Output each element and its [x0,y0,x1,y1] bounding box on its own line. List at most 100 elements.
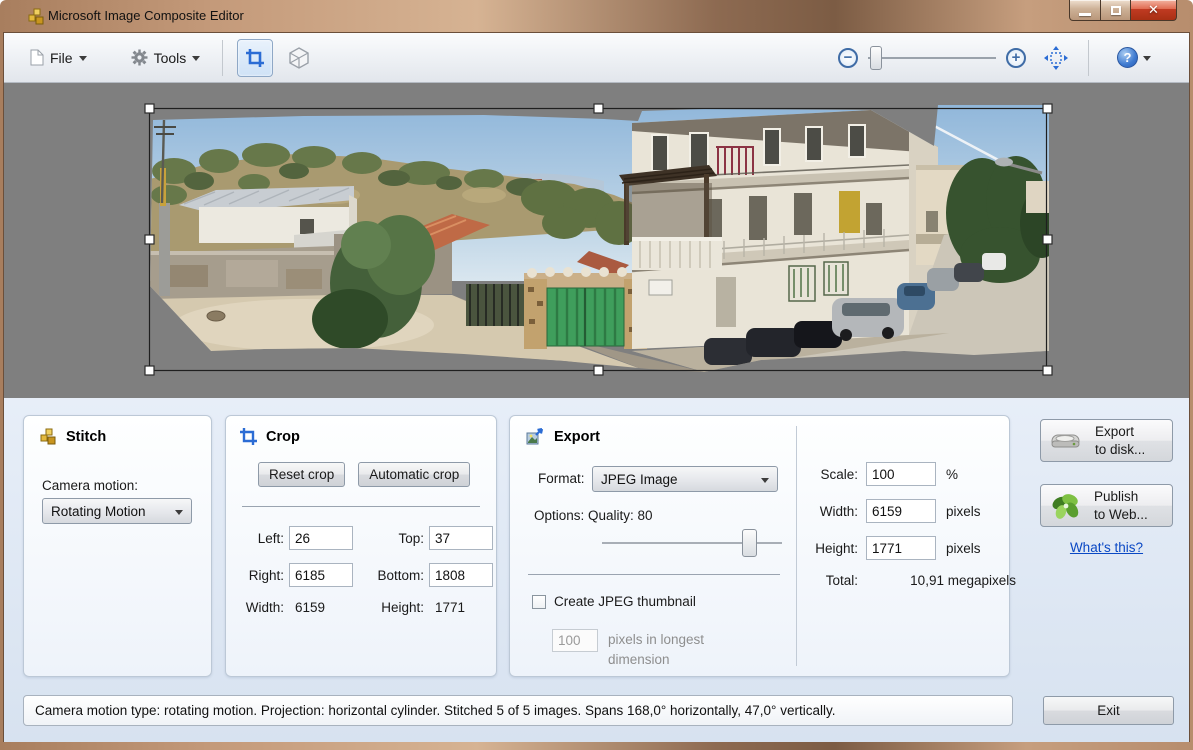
zoom-out-button[interactable]: − [838,48,858,68]
crop-top-label: Top: [360,531,424,546]
reset-crop-button[interactable]: Reset crop [258,462,345,487]
crop-left-input[interactable] [289,526,353,550]
toolbar-separator [1088,40,1089,76]
crop-handle[interactable] [1043,366,1052,375]
tools-menu[interactable]: Tools [123,43,209,72]
crop-handle[interactable] [145,366,154,375]
fit-to-window-button[interactable] [1038,39,1074,77]
stitch-icon [40,428,57,445]
export-width-unit: pixels [946,504,1016,519]
stitch-panel-title: Stitch [66,429,106,445]
fit-arrows-icon [1044,46,1068,70]
minimize-button[interactable] [1069,0,1101,21]
help-menu[interactable]: ? [1117,47,1151,68]
export-to-disk-button[interactable]: Export to disk... [1040,419,1173,462]
crop-icon [245,48,265,68]
publish-to-web-label: Publish to Web... [1094,488,1148,523]
crop-handle[interactable] [1043,104,1052,113]
automatic-crop-button[interactable]: Automatic crop [358,462,470,487]
export-to-disk-label: Export to disk... [1095,423,1145,458]
total-value: 10,91 megapixels [866,573,1016,588]
window-title: Microsoft Image Composite Editor [48,8,244,23]
exit-button[interactable]: Exit [1043,696,1174,725]
scale-unit: % [946,467,1016,482]
toolbar-separator [222,40,223,76]
close-icon: ✕ [1148,2,1159,18]
scale-label: Scale: [806,467,858,482]
chevron-down-icon [175,510,183,515]
crop-left-label: Left: [236,531,284,546]
panorama-canvas[interactable] [4,83,1189,398]
crop-width-value: 6159 [289,600,355,615]
close-button[interactable]: ✕ [1131,0,1177,21]
export-width-input[interactable] [866,499,936,523]
chevron-down-icon [79,56,87,61]
zoom-slider-track [868,57,996,59]
crop-tool-button[interactable] [237,39,273,77]
export-height-input[interactable] [866,536,936,560]
leaf-icon [1050,491,1082,521]
tools-menu-label: Tools [154,50,187,66]
publish-to-web-button[interactable]: Publish to Web... [1040,484,1173,527]
zoom-slider-thumb[interactable] [870,46,882,70]
panorama-image [4,83,1190,398]
crop-handle[interactable] [145,235,154,244]
crop-height-label: Height: [360,600,424,615]
crop-handle[interactable] [594,104,603,113]
crop-width-label: Width: [236,600,284,615]
status-text: Camera motion type: rotating motion. Pro… [35,703,835,718]
quality-slider-thumb[interactable] [742,529,757,557]
scale-input[interactable] [866,462,936,486]
format-select[interactable]: JPEG Image [592,466,778,492]
thumbnail-size-input[interactable] [552,629,598,652]
crop-right-label: Right: [236,568,284,583]
gear-icon [131,49,148,66]
chevron-down-icon [192,56,200,61]
camera-motion-value: Rotating Motion [51,504,146,519]
stitch-panel: Stitch Camera motion: Rotating Motion [23,415,212,677]
projection-tool-button[interactable] [281,39,317,77]
create-thumbnail-checkbox[interactable] [532,595,546,609]
crop-separator [242,506,480,507]
quality-options-label: Options: Quality: 80 [534,508,653,523]
export-panel-title: Export [554,429,600,445]
help-icon: ? [1117,47,1138,68]
crop-handle[interactable] [1043,235,1052,244]
crop-handle[interactable] [145,104,154,113]
minimize-icon [1079,13,1091,16]
file-menu[interactable]: File [22,43,95,72]
crop-right-input[interactable] [289,563,353,587]
maximize-button[interactable] [1101,0,1131,21]
status-bar: Camera motion type: rotating motion. Pro… [23,695,1013,726]
format-value: JPEG Image [601,472,678,487]
chevron-down-icon [1143,56,1151,61]
quality-slider[interactable] [602,528,782,558]
camera-motion-label: Camera motion: [42,478,138,493]
zoom-slider[interactable] [868,45,996,71]
app-window: Microsoft Image Composite Editor ✕ File [0,0,1193,750]
create-thumbnail-label: Create JPEG thumbnail [554,594,696,609]
camera-motion-select[interactable]: Rotating Motion [42,498,192,524]
thumbnail-size-label: pixels in longest dimension [608,630,738,669]
total-label: Total: [806,573,858,588]
export-panel: Export Format: JPEG Image Options: Quali… [509,415,1010,677]
maximize-icon [1111,6,1121,15]
whats-this-link[interactable]: What's this? [1040,540,1173,555]
crop-bottom-label: Bottom: [360,568,424,583]
crop-handle[interactable] [594,366,603,375]
chevron-down-icon [761,478,769,483]
crop-icon [240,428,257,445]
export-separator [528,574,780,575]
window-content: File Tools [3,32,1190,742]
export-height-label: Height: [806,541,858,556]
crop-top-input[interactable] [429,526,493,550]
crop-bottom-input[interactable] [429,563,493,587]
format-label: Format: [538,471,585,486]
titlebar: Microsoft Image Composite Editor ✕ [0,0,1193,32]
disk-icon [1049,429,1083,453]
export-vertical-separator [796,426,797,666]
app-icon [28,8,45,25]
zoom-in-button[interactable]: + [1006,48,1026,68]
zoom-controls: − + ? [838,39,1151,77]
export-height-unit: pixels [946,541,1016,556]
